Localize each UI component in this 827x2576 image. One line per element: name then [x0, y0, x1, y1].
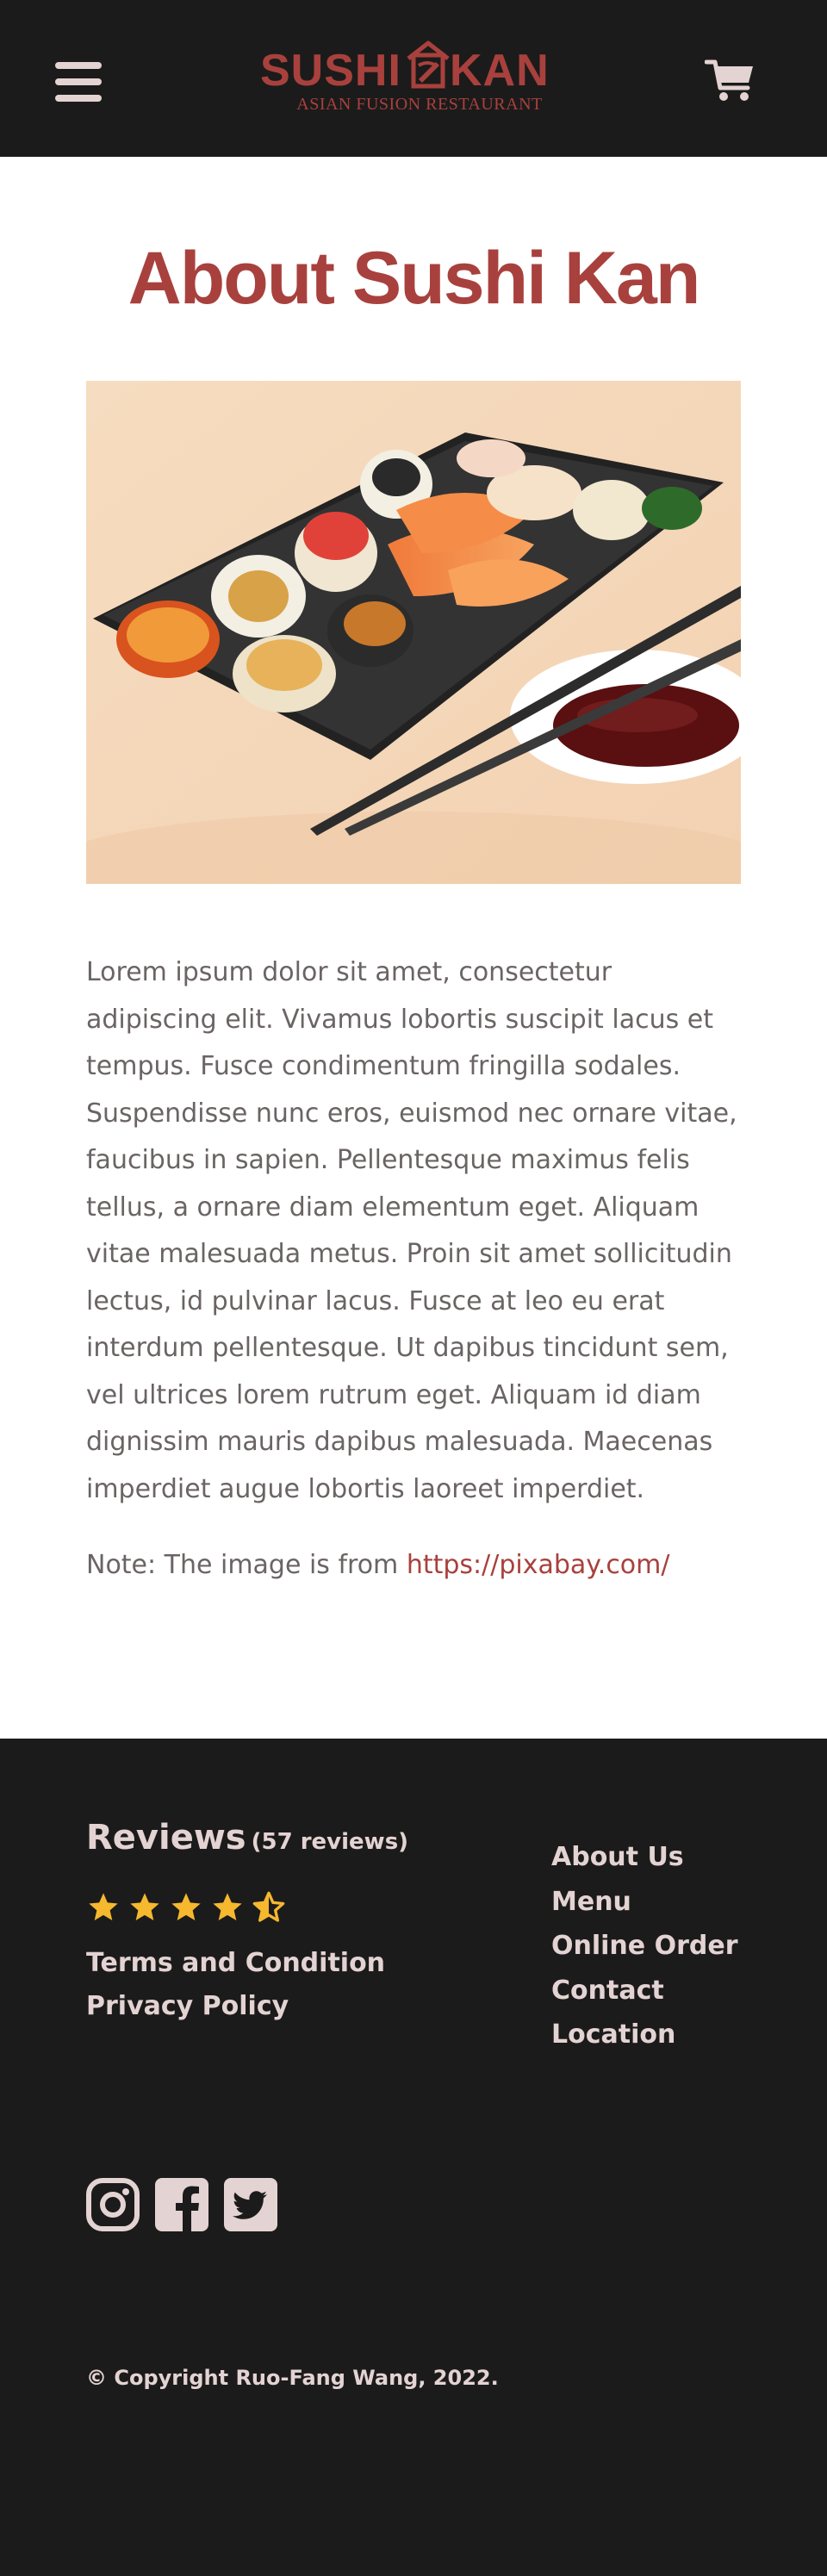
- site-header: SUSHI KAN ASIAN FUSION RESTAURANT: [0, 0, 827, 157]
- star-full-icon: [171, 1893, 201, 1920]
- nav-online-order[interactable]: Online Order: [551, 1924, 738, 1969]
- logo-subtitle: ASIAN FUSION RESTAURANT: [296, 95, 543, 114]
- nav-about-us[interactable]: About Us: [551, 1835, 738, 1880]
- about-paragraph: Lorem ipsum dolor sit amet, consectetur …: [86, 957, 737, 1504]
- social-links: [86, 2178, 277, 2231]
- rating-stars: [86, 1890, 286, 1925]
- logo-word-left: SUSHI: [260, 46, 401, 96]
- note-prefix: Note: The image is from: [86, 1550, 407, 1580]
- pixabay-link[interactable]: https://pixabay.com/: [407, 1550, 670, 1580]
- instagram-icon[interactable]: [86, 2178, 140, 2231]
- hero-image: [86, 381, 741, 884]
- page-title: About Sushi Kan: [127, 237, 701, 320]
- star-full-icon: [89, 1893, 118, 1920]
- star-half-icon: [252, 1891, 285, 1922]
- logo-word-right: KAN: [450, 46, 550, 96]
- logo-mark: SUSHI KAN: [258, 38, 581, 98]
- main-content: About Sushi Kan Lorem ipsum dolor sit am…: [0, 157, 827, 1739]
- site-logo[interactable]: SUSHI KAN ASIAN FUSION RESTAURANT: [258, 38, 581, 117]
- house-logo-icon: [407, 40, 450, 89]
- site-footer: Reviews (57 reviews) Terms and Condition …: [0, 1739, 827, 2576]
- privacy-link[interactable]: Privacy Policy: [86, 1985, 385, 2028]
- image-credit-note: Note: The image is from https://pixabay.…: [86, 1542, 749, 1589]
- terms-link[interactable]: Terms and Condition: [86, 1942, 385, 1985]
- footer-nav: About Us Menu Online Order Contact Locat…: [551, 1835, 738, 2057]
- nav-menu[interactable]: Menu: [551, 1880, 738, 1925]
- hamburger-bar: [55, 62, 102, 69]
- cart-icon[interactable]: [705, 57, 756, 103]
- hamburger-menu-icon[interactable]: [55, 62, 103, 102]
- hamburger-bar: [55, 95, 102, 102]
- nav-contact[interactable]: Contact: [551, 1969, 738, 2013]
- star-full-icon: [130, 1893, 159, 1920]
- facebook-icon[interactable]: [155, 2178, 208, 2231]
- hamburger-bar: [55, 78, 102, 85]
- legal-links: Terms and Condition Privacy Policy: [86, 1942, 385, 2028]
- copyright-text: © Copyright Ruo-Fang Wang, 2022.: [86, 2366, 499, 2390]
- nav-location[interactable]: Location: [551, 2013, 738, 2057]
- reviews-title: Reviews: [86, 1818, 246, 1857]
- reviews-count: (57 reviews): [251, 1829, 409, 1855]
- twitter-icon[interactable]: [224, 2178, 277, 2231]
- reviews-heading[interactable]: Reviews (57 reviews): [86, 1818, 408, 1857]
- star-full-icon: [213, 1893, 242, 1920]
